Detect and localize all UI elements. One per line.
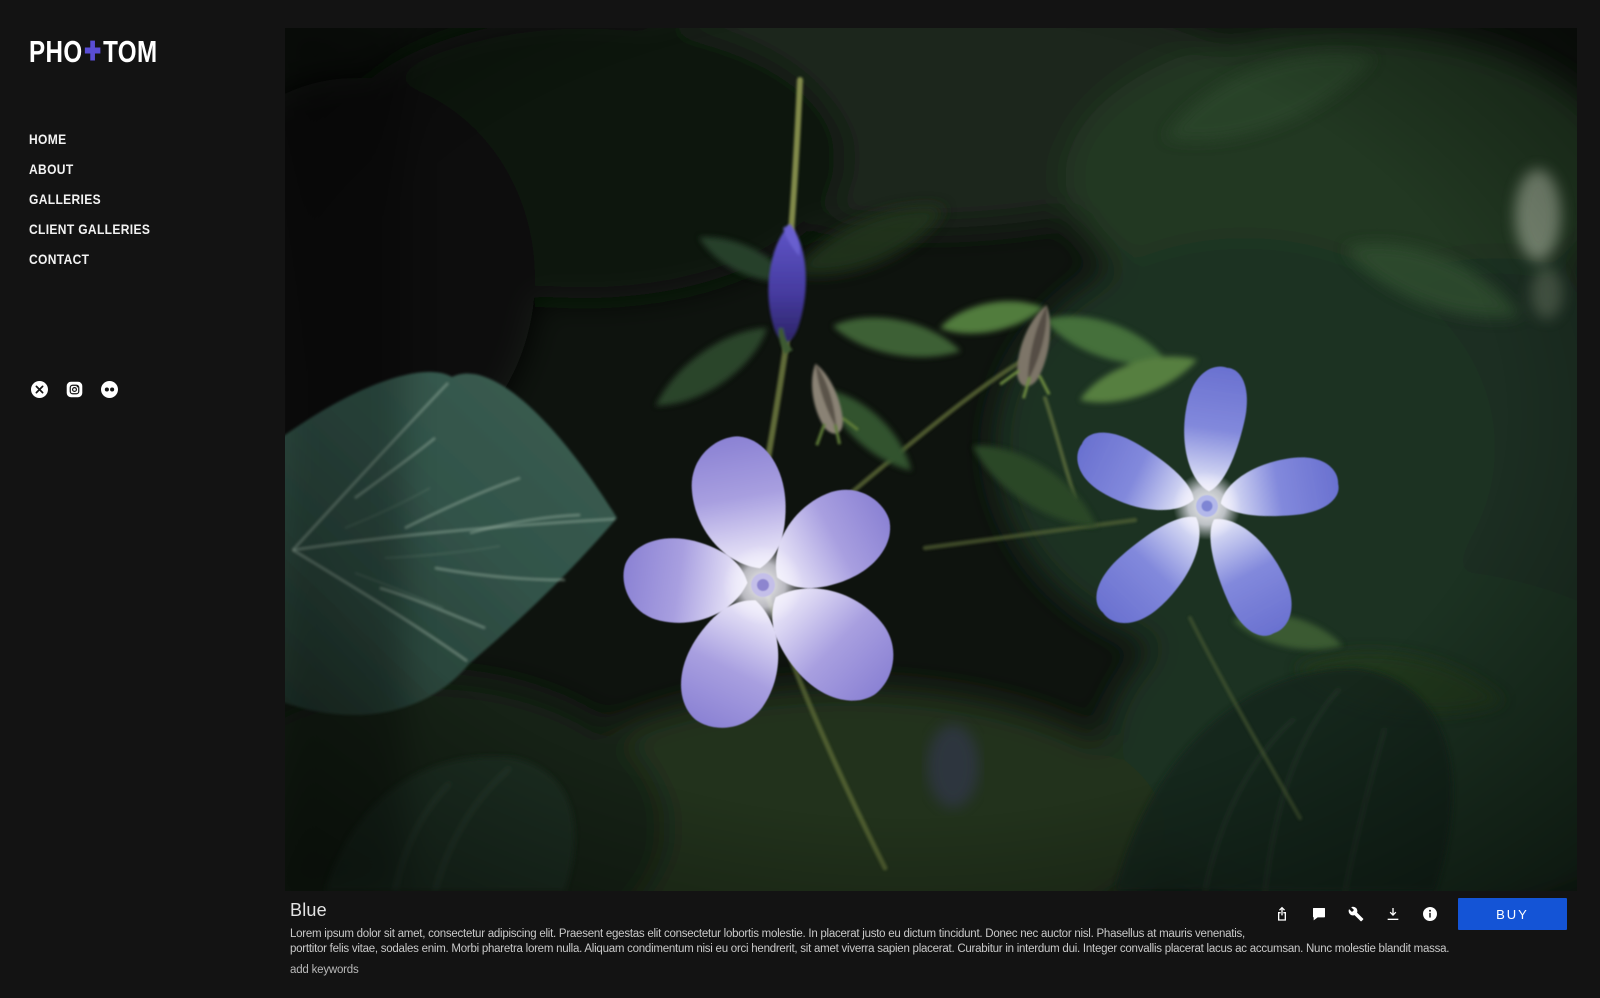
photo-actions: BUY: [1253, 898, 1567, 930]
periwinkle-photo-illustration: [285, 28, 1577, 891]
nav-item-client-galleries[interactable]: CLIENT GALLERIES: [29, 214, 170, 244]
comment-icon: [1311, 906, 1327, 922]
social-links: [31, 381, 118, 398]
logo-part1: PHO: [29, 34, 83, 69]
x-icon[interactable]: [31, 381, 48, 398]
flickr-icon[interactable]: [101, 381, 118, 398]
photo-info-bar: Blue Lorem ipsum dolor sit amet, consect…: [285, 891, 1577, 998]
share-button[interactable]: [1274, 906, 1290, 922]
nav-item-home[interactable]: HOME: [29, 124, 170, 154]
logo-plus-icon: ✚: [83, 36, 104, 66]
download-icon: [1385, 906, 1401, 922]
logo-part2: TOM: [103, 34, 157, 69]
download-button[interactable]: [1385, 906, 1401, 922]
comment-button[interactable]: [1311, 906, 1327, 922]
buy-button[interactable]: BUY: [1458, 898, 1567, 930]
nav-item-galleries[interactable]: GALLERIES: [29, 184, 170, 214]
share-icon: [1274, 906, 1290, 922]
nav-item-about[interactable]: ABOUT: [29, 154, 170, 184]
nav-item-contact[interactable]: CONTACT: [29, 244, 170, 274]
instagram-icon[interactable]: [66, 381, 83, 398]
description-line-2: porttitor felis vitae, sodales enim. Mor…: [290, 942, 1450, 957]
tools-icon: [1348, 906, 1364, 922]
site-logo[interactable]: PHO✚TOM: [29, 34, 158, 70]
tools-button[interactable]: [1348, 906, 1364, 922]
info-icon: [1422, 906, 1438, 922]
photo-description: Lorem ipsum dolor sit amet, consectetur …: [290, 927, 1450, 957]
main-photo[interactable]: [285, 28, 1577, 891]
main-nav: HOME ABOUT GALLERIES CLIENT GALLERIES CO…: [29, 124, 170, 274]
info-button[interactable]: [1422, 906, 1438, 922]
sidebar: PHO✚TOM HOME ABOUT GALLERIES CLIENT GALL…: [0, 0, 285, 998]
add-keywords-link[interactable]: add keywords: [290, 964, 359, 976]
